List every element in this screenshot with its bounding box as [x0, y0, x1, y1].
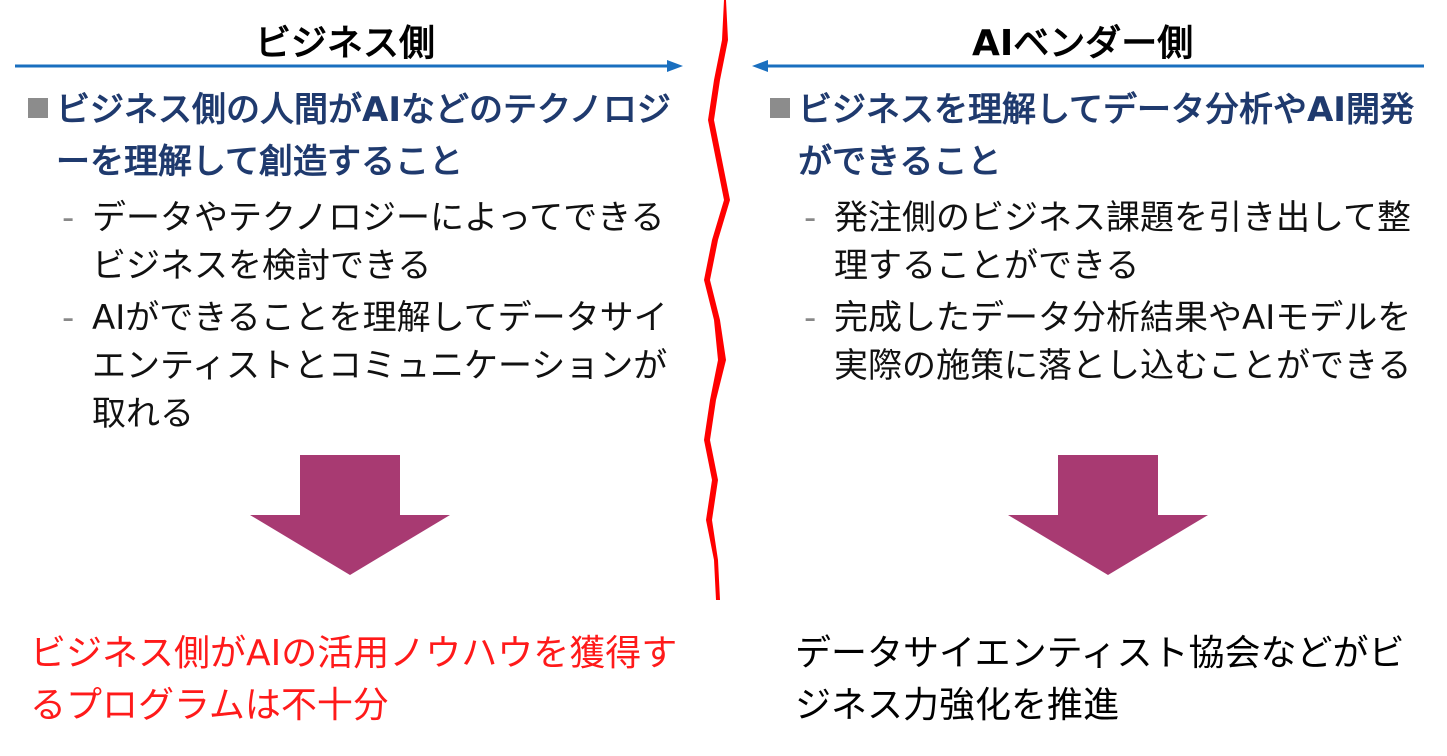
down-arrow-icon: [250, 455, 450, 575]
list-item-text: 完成したデータ分析結果やAIモデルを実際の施策に落とし込むことができる: [834, 298, 1412, 386]
list-item: - データやテクノロジーによってできるビジネスを検討できる: [20, 194, 680, 290]
dash-icon: -: [62, 198, 75, 238]
dash-icon: -: [804, 298, 817, 338]
list-item: - 完成したデータ分析結果やAIモデルを実際の施策に落とし込むことができる: [762, 294, 1422, 390]
business-sub-list: - データやテクノロジーによってできるビジネスを検討できる - AIができること…: [20, 194, 680, 438]
list-item-text: 発注側のビジネス課題を引き出して整理することができる: [834, 198, 1411, 286]
square-bullet-icon: [770, 98, 790, 118]
lightning-divider-icon: [704, 0, 730, 600]
list-item: - 発注側のビジネス課題を引き出して整理することができる: [762, 194, 1422, 290]
business-conclusion: ビジネス側がAIの活用ノウハウを獲得するプログラムは不十分: [30, 633, 678, 726]
dash-icon: -: [62, 298, 75, 338]
right-arrow-icon: [15, 60, 683, 72]
list-item-text: AIができることを理解してデータサイエンティストとコミュニケーションが取れる: [92, 298, 668, 434]
business-heading: ビジネス側の人間がAIなどのテクノロジーを理解して創造すること: [20, 84, 680, 188]
dash-icon: -: [804, 198, 817, 238]
ai-vendor-sub-list: - 発注側のビジネス課題を引き出して整理することができる - 完成したデータ分析…: [762, 194, 1422, 390]
ai-vendor-heading: ビジネスを理解してデータ分析やAI開発ができること: [762, 84, 1422, 188]
left-arrow-icon: [752, 60, 1424, 72]
list-item: - AIができることを理解してデータサイエンティストとコミュニケーションが取れる: [20, 294, 680, 438]
square-bullet-icon: [28, 98, 48, 118]
down-arrow-icon: [1008, 455, 1208, 575]
business-heading-text: ビジネス側の人間がAIなどのテクノロジーを理解して創造すること: [56, 90, 671, 182]
business-side-panel: ビジネス側の人間がAIなどのテクノロジーを理解して創造すること - データやテク…: [20, 84, 680, 442]
ai-vendor-panel: ビジネスを理解してデータ分析やAI開発ができること - 発注側のビジネス課題を引…: [762, 84, 1422, 394]
list-item-text: データやテクノロジーによってできるビジネスを検討できる: [92, 198, 665, 286]
ai-vendor-conclusion: データサイエンティスト協会などがビジネス力強化を推進: [795, 633, 1405, 726]
ai-vendor-heading-text: ビジネスを理解してデータ分析やAI開発ができること: [798, 90, 1414, 182]
